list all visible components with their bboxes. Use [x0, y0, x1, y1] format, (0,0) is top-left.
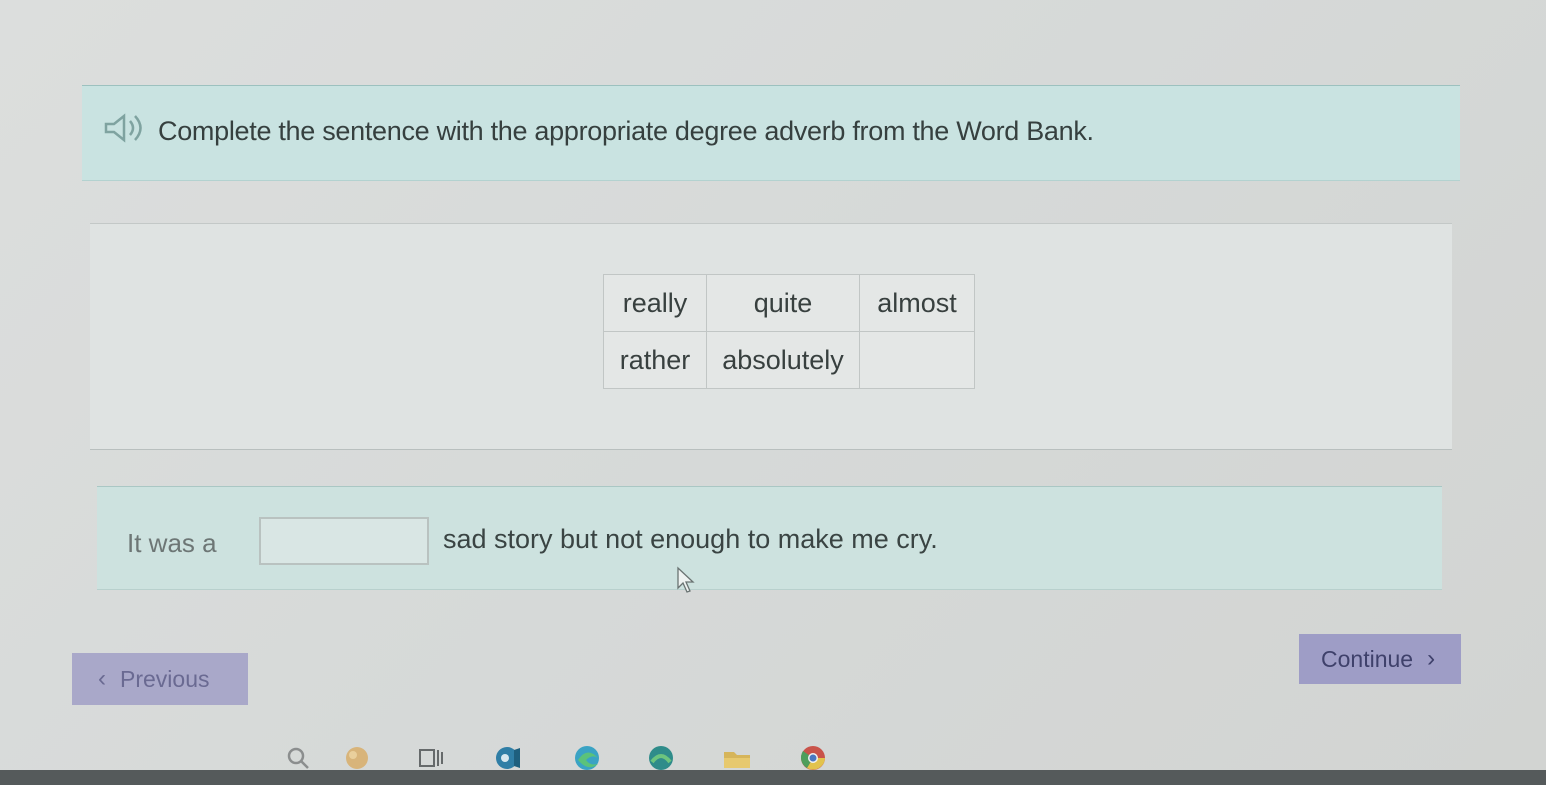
word-bank-row: really quite almost [603, 274, 975, 332]
instruction-banner: Complete the sentence with the appropria… [82, 85, 1460, 181]
sentence-after-text: sad story but not enough to make me cry. [443, 524, 938, 554]
taskbar-bottom-edge [0, 770, 1546, 785]
sentence-panel: It was a sad story but not enough to mak… [97, 486, 1442, 590]
word-bank-table: really quite almost rather absolutely [603, 274, 975, 389]
previous-button[interactable]: ‹ Previous [72, 653, 248, 705]
continue-button[interactable]: Continue › [1299, 634, 1461, 684]
instruction-text: Complete the sentence with the appropria… [158, 116, 1094, 146]
chevron-right-icon: › [1427, 645, 1436, 672]
word-bank-cell[interactable]: almost [859, 274, 975, 332]
word-bank-cell [859, 331, 975, 389]
chevron-left-icon: ‹ [98, 665, 106, 692]
speaker-icon[interactable] [100, 108, 148, 148]
word-bank-row: rather absolutely [603, 331, 975, 389]
taskbar [0, 728, 1546, 785]
mouse-cursor-icon [677, 566, 695, 593]
lesson-screen: Complete the sentence with the appropria… [0, 0, 1546, 785]
continue-button-label: Continue [1321, 645, 1414, 672]
sentence-before-text: It was a [127, 528, 217, 558]
word-bank-cell[interactable]: absolutely [706, 331, 860, 389]
word-bank-cell[interactable]: really [603, 274, 707, 332]
word-bank-cell[interactable]: quite [706, 274, 860, 332]
word-bank-cell[interactable]: rather [603, 331, 707, 389]
answer-blank-input[interactable] [259, 517, 429, 565]
word-bank-panel: really quite almost rather absolutely [90, 223, 1452, 450]
previous-button-label: Previous [120, 665, 210, 692]
